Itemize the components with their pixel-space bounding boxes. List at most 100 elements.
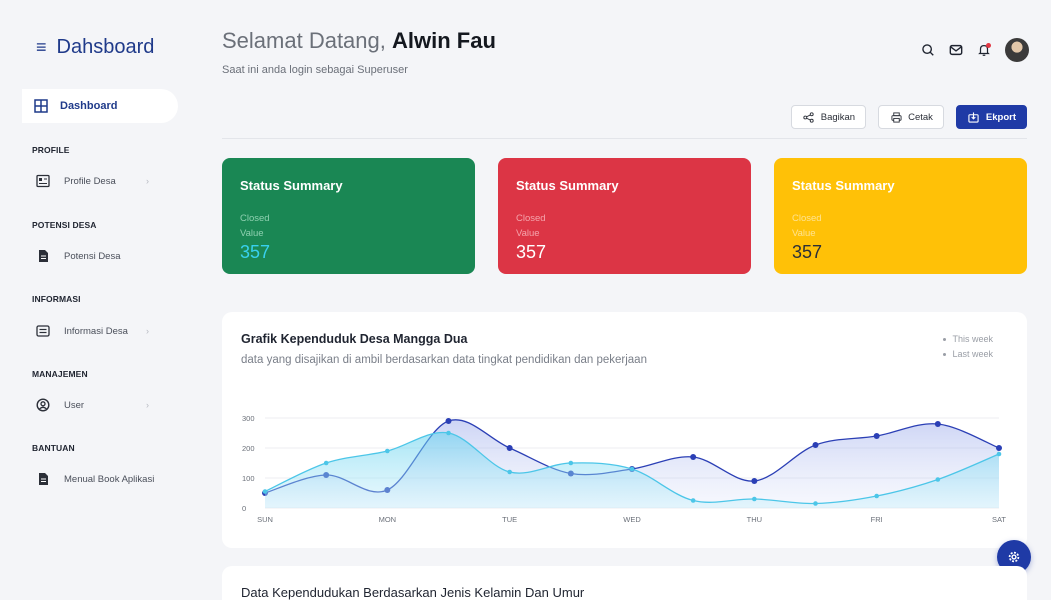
login-role-text: Saat ini anda login sebagai Superuser (222, 64, 408, 76)
sidebar-item-manual-book[interactable]: Menual Book Aplikasi (36, 472, 186, 486)
card-value: 357 (792, 242, 823, 262)
card-value-label: Value (792, 228, 816, 239)
card-title: Status Summary (792, 178, 895, 193)
sidebar-item-user[interactable]: User › (36, 398, 186, 412)
section-heading-manajemen: MANAJEMEN (32, 369, 88, 379)
sidebar-item-dashboard[interactable]: Dashboard (22, 89, 178, 123)
population-area-chart: 0 100 200 300 SUN MON TUE WED THU FRI SAT (242, 414, 1006, 524)
notification-dot (986, 43, 991, 48)
sidebar-item-potensi-desa[interactable]: Potensi Desa (36, 249, 186, 263)
card-status-label: Closed (792, 213, 822, 224)
data-point (690, 454, 697, 460)
y-tick-label: 300 (242, 414, 255, 423)
data-point (323, 460, 329, 466)
section-heading-informasi: INFORMASI (32, 294, 81, 304)
avatar[interactable] (1005, 38, 1029, 62)
profile-card-icon (36, 174, 50, 188)
data-point (751, 478, 758, 484)
status-summary-card[interactable]: Status Summary Closed Value 357 (498, 158, 751, 274)
x-tick-label: TUE (502, 515, 517, 524)
chevron-right-icon: › (146, 326, 149, 336)
data-point (506, 445, 513, 451)
print-button[interactable]: Cetak (878, 105, 944, 129)
card-status-label: Closed (240, 213, 270, 224)
data-point (935, 477, 941, 482)
x-tick-label: THU (747, 515, 762, 524)
data-point (445, 418, 452, 424)
sidebar-item-label: Menual Book Aplikasi (64, 473, 155, 485)
x-tick-label: SUN (257, 515, 273, 524)
status-summary-card[interactable]: Status Summary Closed Value 357 (774, 158, 1027, 274)
data-point (385, 448, 390, 454)
gear-icon (1007, 550, 1021, 564)
sidebar-item-label: Profile Desa (64, 175, 116, 187)
card-value: 357 (240, 242, 271, 262)
data-point (446, 430, 451, 436)
chart-subtitle: data yang disajikan di ambil berdasarkan… (241, 354, 647, 366)
user-circle-icon (36, 398, 50, 412)
header-divider (222, 138, 1027, 139)
chevron-right-icon: › (146, 400, 149, 410)
card-title: Status Summary (516, 178, 619, 193)
mail-icon[interactable] (949, 43, 963, 57)
export-button[interactable]: Ekport (955, 105, 1027, 129)
data-point (568, 460, 574, 466)
card-value-label: Value (516, 228, 540, 239)
status-summary-card[interactable]: Status Summary Closed Value 357 (222, 158, 475, 274)
x-tick-label: FRI (871, 515, 883, 524)
page-title: Selamat Datang, Alwin Fau (222, 28, 496, 54)
chevron-right-icon: › (146, 176, 149, 186)
legend-item-this-week[interactable]: This week (943, 332, 993, 347)
message-icon (36, 324, 50, 338)
data-point (813, 501, 818, 506)
legend-dot (943, 338, 947, 341)
card-status-label: Closed (516, 213, 546, 224)
sidebar-item-informasi-desa[interactable]: Informasi Desa › (36, 324, 186, 338)
section-heading-bantuan: BANTUAN (32, 443, 75, 453)
legend-dot (943, 353, 947, 356)
data-point (629, 466, 635, 472)
share-label: Bagikan (820, 111, 856, 123)
search-icon[interactable] (921, 43, 935, 57)
menu-icon[interactable]: ≡ (36, 37, 47, 58)
x-tick-label: WED (623, 515, 641, 524)
data-point (874, 493, 879, 499)
data-point (690, 498, 696, 503)
top-toolbar (921, 38, 1029, 62)
legend-label: This week (952, 334, 993, 344)
legend-label: Last week (952, 349, 993, 359)
chart-title: Grafik Kependuduk Desa Mangga Dua (241, 332, 468, 346)
print-label: Cetak (908, 111, 933, 123)
section-heading-profile: PROFILE (32, 145, 70, 155)
sidebar-item-label: Dashboard (60, 100, 118, 112)
x-tick-label: SAT (992, 515, 1006, 524)
card-value-label: Value (240, 228, 264, 239)
x-tick-label: MON (379, 515, 397, 524)
action-bar: Bagikan Cetak Ekport (790, 105, 1027, 129)
data-point (996, 445, 1002, 451)
sidebar-item-label: Informasi Desa (64, 325, 128, 337)
legend-item-last-week[interactable]: Last week (943, 347, 993, 362)
bell-icon[interactable] (977, 43, 991, 57)
panel-title: Data Kependudukan Berdasarkan Jenis Kela… (241, 585, 585, 600)
y-tick-label: 100 (242, 474, 255, 483)
y-tick-label: 200 (242, 444, 255, 453)
export-label: Ekport (985, 111, 1016, 123)
document-icon (36, 249, 50, 263)
greeting-text: Selamat Datang, (222, 28, 386, 53)
sidebar-item-label: User (64, 399, 85, 411)
chart-legend: This week Last week (943, 332, 993, 362)
section-heading-potensi-desa: POTENSI DESA (32, 220, 97, 230)
data-point (752, 496, 757, 502)
y-tick-label: 0 (242, 504, 246, 513)
brand: ≡ Dahsboard (36, 36, 154, 59)
document-icon (36, 472, 50, 486)
population-chart-panel: 0 100 200 300 SUN MON TUE WED THU FRI SAT Grafik K… (222, 312, 1027, 548)
grid-icon (34, 99, 48, 113)
sidebar-item-profile-desa[interactable]: Profile Desa › (36, 174, 186, 188)
card-value: 357 (516, 242, 547, 262)
sidebar-item-label: Potensi Desa (64, 250, 121, 262)
share-button[interactable]: Bagikan (790, 105, 867, 129)
data-point (262, 489, 268, 494)
population-gender-age-panel: Data Kependudukan Berdasarkan Jenis Kela… (222, 566, 1027, 600)
